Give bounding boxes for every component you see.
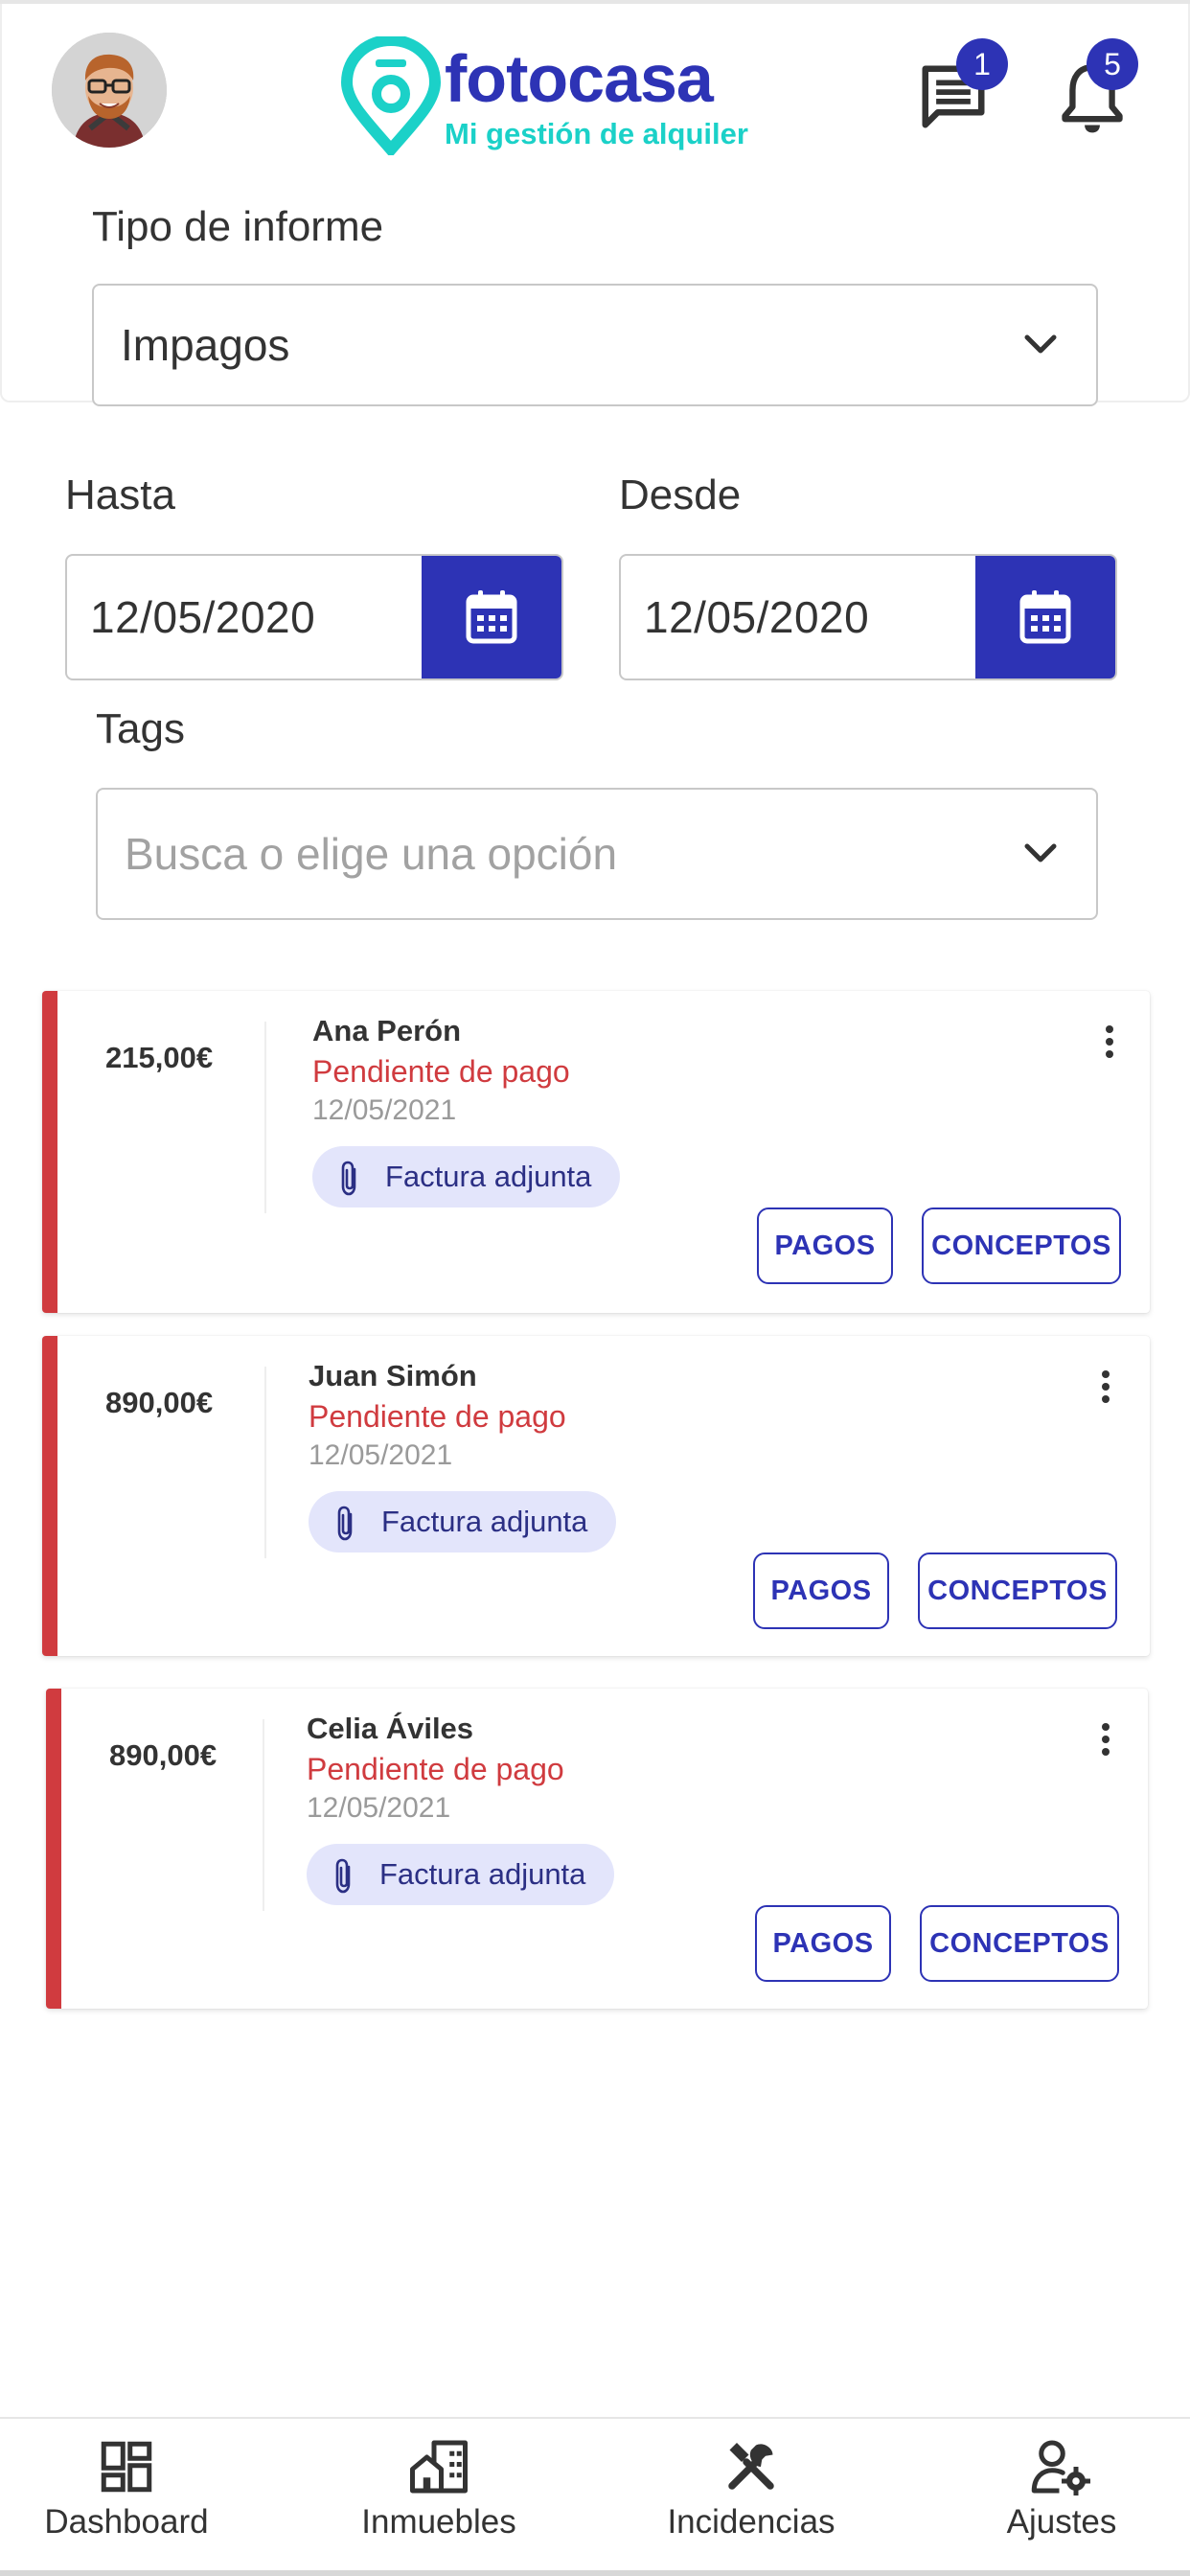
brand-name: fotocasa [445,41,714,116]
tags-placeholder: Busca o elige una opción [125,829,618,879]
buildings-icon [410,2440,468,2494]
until-date-value: 12/05/2020 [90,592,316,642]
from-date-value: 12/05/2020 [644,592,870,642]
user-photo-icon [52,33,167,148]
payments-button[interactable]: PAGOS [757,1208,893,1284]
payment-date: 12/05/2021 [307,1792,451,1824]
more-options-icon[interactable] [1096,1370,1115,1409]
amount: 890,00€ [105,1386,214,1419]
attachment-label: Factura adjunta [385,1160,592,1193]
more-options-icon[interactable] [1096,1723,1115,1761]
report-type-value: Impagos [121,320,290,370]
notifications-badge: 5 [1087,38,1138,90]
from-date-field[interactable]: 12/05/2020 [619,554,1117,680]
payment-status: Pendiente de pago [312,1054,570,1089]
messages-button[interactable]: 1 [910,38,1008,136]
notifications-button[interactable]: 5 [1048,38,1138,136]
status-stripe [46,1689,61,2009]
payment-card: 890,00€ Juan Simón Pendiente de pago 12/… [42,1336,1150,1656]
nav-item-incidencias[interactable]: Incidencias [659,2438,843,2563]
avatar[interactable] [52,33,167,148]
user-settings-icon [1031,2440,1090,2496]
amount: 890,00€ [109,1738,217,1772]
tenant-name: Ana Perón [312,1014,462,1047]
divider [264,1022,266,1213]
tags-label: Tags [96,705,185,752]
attachment-label: Factura adjunta [379,1857,586,1891]
paperclip-icon [337,1506,353,1541]
brand-subtitle: Mi gestión de alquiler [445,117,748,150]
concepts-button[interactable]: CONCEPTOS [918,1552,1117,1629]
status-stripe [42,1336,57,1656]
concepts-button[interactable]: CONCEPTOS [922,1208,1121,1284]
nav-label-dashboard: Dashboard [44,2503,209,2541]
until-date-field[interactable]: 12/05/2020 [65,554,563,680]
paperclip-icon [341,1161,356,1196]
divider [263,1719,264,1911]
payment-card: 890,00€ Celia Áviles Pendiente de pago 1… [46,1689,1148,2009]
nav-label-incidencias: Incidencias [667,2503,835,2541]
payment-card: 215,00€ Ana Perón Pendiente de pago 12/0… [42,991,1150,1313]
amount: 215,00€ [105,1041,214,1074]
payment-status: Pendiente de pago [309,1399,566,1434]
attachment-label: Factura adjunta [381,1505,588,1538]
calendar-icon [466,590,517,644]
concepts-button[interactable]: CONCEPTOS [920,1905,1119,1982]
until-label: Hasta [65,472,175,518]
nav-label-ajustes: Ajustes [1006,2503,1117,2541]
tools-icon [728,2443,774,2490]
attachment-chip[interactable]: Factura adjunta [312,1146,621,1208]
paperclip-icon [335,1858,351,1894]
payments-button[interactable]: PAGOS [755,1905,891,1982]
tenant-name: Juan Simón [309,1359,477,1392]
nav-label-inmuebles: Inmuebles [361,2503,516,2541]
fotocasa-logo: fotocasa Mi gestión de alquiler [341,36,763,155]
attachment-chip[interactable]: Factura adjunta [309,1491,617,1552]
dashboard-icon [101,2441,152,2493]
chevron-down-icon [1024,334,1057,354]
report-type-label: Tipo de informe [92,203,384,250]
status-bar-edge [0,0,1190,4]
bottom-navigation: Dashboard Inmuebles Incidencias Ajustes [0,2417,1190,2576]
chevron-down-icon [1024,843,1057,862]
payments-button[interactable]: PAGOS [753,1552,889,1629]
payment-date: 12/05/2021 [309,1439,453,1471]
payment-status: Pendiente de pago [307,1752,564,1786]
payment-date: 12/05/2021 [312,1094,457,1126]
tenant-name: Celia Áviles [307,1712,474,1745]
attachment-chip[interactable]: Factura adjunta [307,1844,615,1905]
divider [264,1367,266,1558]
report-type-select[interactable]: Impagos [92,284,1098,406]
nav-item-ajustes[interactable]: Ajustes [993,2438,1131,2563]
nav-item-dashboard[interactable]: Dashboard [29,2438,224,2563]
until-calendar-button[interactable] [422,556,561,678]
messages-badge: 1 [956,38,1008,90]
from-calendar-button[interactable] [975,556,1115,678]
nav-item-inmuebles[interactable]: Inmuebles [349,2438,529,2563]
more-options-icon[interactable] [1100,1025,1119,1064]
from-label: Desde [619,472,742,518]
status-stripe [42,991,57,1313]
location-pin-icon [341,36,441,155]
calendar-icon [1019,590,1071,644]
tags-select[interactable]: Busca o elige una opción [96,788,1098,920]
